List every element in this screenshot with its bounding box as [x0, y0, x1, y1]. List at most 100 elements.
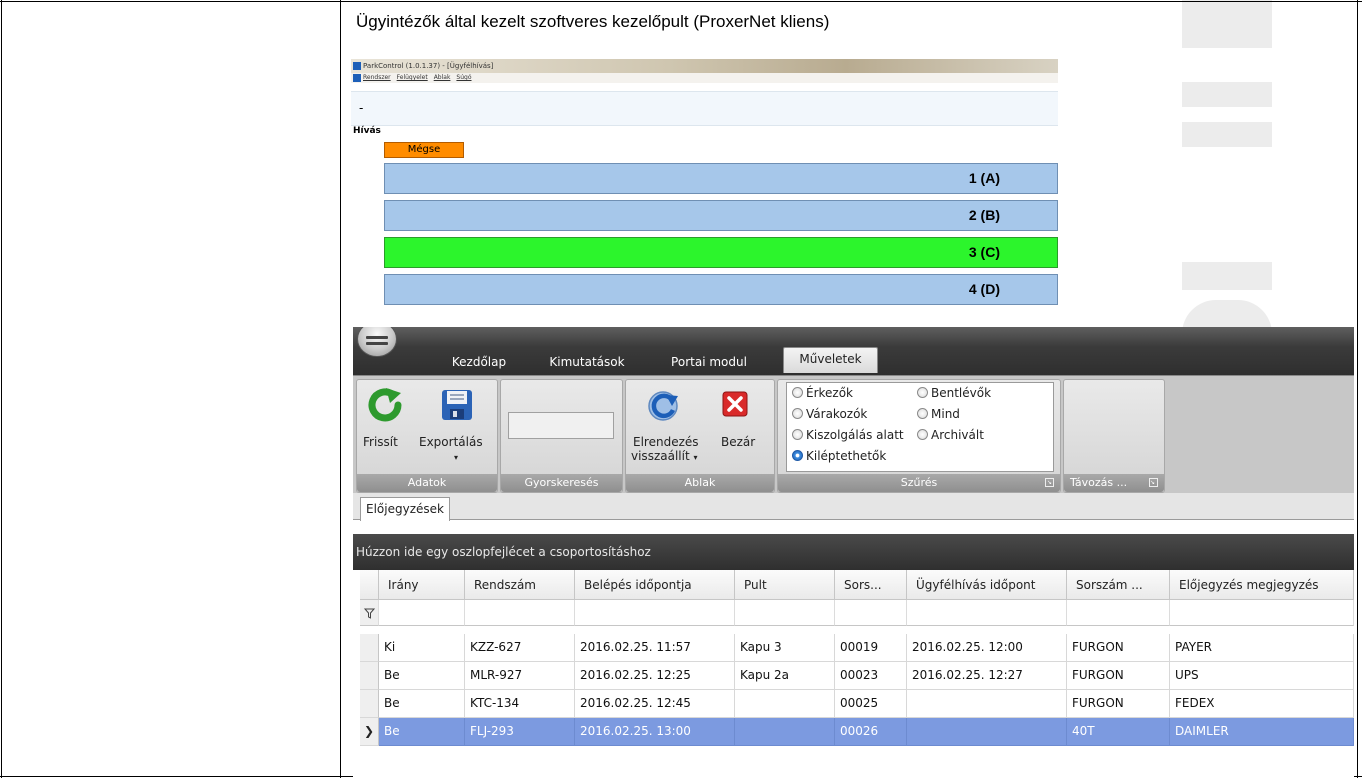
radio-icon	[917, 387, 928, 398]
tab-kimutatasok[interactable]: Kimutatások	[542, 351, 632, 373]
radio-erkezok[interactable]: Érkezők	[792, 386, 853, 400]
filter-cell[interactable]	[835, 600, 907, 626]
radio-archivalt[interactable]: Archivált	[917, 428, 984, 442]
column-header[interactable]: Rendszám	[465, 570, 575, 600]
table-cell[interactable]: 2016.02.25. 12:25	[575, 662, 735, 690]
table-cell[interactable]: 2016.02.25. 12:27	[907, 662, 1067, 690]
radio-varakozok[interactable]: Várakozók	[792, 407, 867, 421]
table-cell[interactable]: 40T	[1067, 718, 1170, 746]
radio-bentlevok[interactable]: Bentlévők	[917, 386, 991, 400]
menu-rendszer[interactable]: Rendszer	[363, 74, 391, 81]
answer-button-c[interactable]: 3 (C)	[384, 237, 1058, 268]
row-indicator[interactable]: ❯	[360, 718, 379, 746]
window-titlebar: ParkControl (1.0.1.37) - [Ügyfélhívás]	[351, 59, 1058, 73]
table-cell[interactable]: Be	[379, 690, 465, 718]
filter-cell[interactable]	[575, 600, 735, 626]
table-cell[interactable]: FLJ-293	[465, 718, 575, 746]
menu-felugyelet[interactable]: Felügyelet	[397, 74, 428, 81]
dialog-launcher-icon[interactable]: ↘	[1149, 478, 1158, 487]
table-cell[interactable]: 2016.02.25. 12:00	[907, 634, 1067, 662]
reset-layout-button[interactable]: Elrendezés visszaállít ▾	[630, 435, 699, 465]
quick-search-input[interactable]	[508, 412, 614, 439]
dialog-launcher-icon[interactable]: ↘	[1045, 478, 1054, 487]
filter-cell[interactable]	[907, 600, 1067, 626]
group-by-panel[interactable]: Húzzon ide egy oszlopfejlécet a csoporto…	[353, 534, 1354, 570]
table-cell[interactable]	[907, 718, 1067, 746]
filter-cell[interactable]	[465, 600, 575, 626]
column-header[interactable]: Sorszám ...	[1067, 570, 1170, 600]
table-cell[interactable]: Be	[379, 662, 465, 690]
table-cell[interactable]: 2016.02.25. 13:00	[575, 718, 735, 746]
column-header[interactable]: Előjegyzés megjegyzés	[1170, 570, 1354, 600]
section-label: Hívás	[353, 126, 381, 136]
status-field: -	[351, 91, 1058, 126]
tab-muveletek[interactable]: Műveletek	[783, 347, 878, 373]
group-label: Gyorskeresés	[501, 474, 622, 492]
cancel-button[interactable]: Mégse	[384, 142, 464, 158]
chevron-down-icon: ▾	[454, 453, 459, 462]
filter-cell[interactable]	[1170, 600, 1354, 626]
radio-icon	[792, 429, 803, 440]
row-indicator[interactable]	[360, 662, 379, 690]
answer-button-d[interactable]: 4 (D)	[384, 274, 1058, 305]
column-header[interactable]: Sors...	[835, 570, 907, 600]
filter-cell[interactable]	[379, 600, 465, 626]
close-button[interactable]: Bezár	[721, 435, 755, 449]
table-cell[interactable]: FURGON	[1067, 690, 1170, 718]
reset-layout-icon	[646, 387, 680, 427]
table-cell[interactable]: PAYER	[1170, 634, 1354, 662]
row-indicator[interactable]	[360, 634, 379, 662]
app-menu-button[interactable]	[357, 327, 397, 357]
filter-cell[interactable]	[735, 600, 835, 626]
table-cell[interactable]: FURGON	[1067, 662, 1170, 690]
table-cell[interactable]: Kapu 2a	[735, 662, 835, 690]
table-cell[interactable]	[735, 690, 835, 718]
column-header[interactable]: Belépés időpontja	[575, 570, 735, 600]
menu-sugo[interactable]: Súgó	[456, 74, 471, 81]
table-cell[interactable]: 00023	[835, 662, 907, 690]
content-area: Előjegyzések Húzzon ide egy oszlopfejléc…	[353, 493, 1354, 778]
parkcontrol-window: ParkControl (1.0.1.37) - [Ügyfélhívás] R…	[351, 59, 1058, 337]
table-cell[interactable]: 00025	[835, 690, 907, 718]
column-header[interactable]: Pult	[735, 570, 835, 600]
column-header[interactable]: Irány	[379, 570, 465, 600]
radio-kiszolgalas-alatt[interactable]: Kiszolgálás alatt	[792, 428, 904, 442]
table-cell[interactable]: KZZ-627	[465, 634, 575, 662]
radio-mind[interactable]: Mind	[917, 407, 960, 421]
app-icon	[353, 62, 361, 70]
table-cell[interactable]: 2016.02.25. 12:45	[575, 690, 735, 718]
table-cell[interactable]: 00019	[835, 634, 907, 662]
tab-kezdolap[interactable]: Kezdőlap	[441, 351, 517, 373]
tab-elojegyzesek[interactable]: Előjegyzések	[360, 497, 450, 521]
row-indicator[interactable]	[360, 690, 379, 718]
save-icon	[441, 389, 473, 425]
table-cell[interactable]	[735, 718, 835, 746]
answer-button-a[interactable]: 1 (A)	[384, 163, 1058, 194]
document-title: Ügyintézők által kezelt szoftveres kezel…	[356, 12, 830, 31]
table-cell[interactable]: Ki	[379, 634, 465, 662]
table-cell[interactable]: UPS	[1170, 662, 1354, 690]
subtab-strip: Előjegyzések	[353, 493, 1354, 521]
tab-portai-modul[interactable]: Portai modul	[662, 351, 756, 373]
column-header[interactable]: Ügyfélhívás időpont	[907, 570, 1067, 600]
table-cell[interactable]: MLR-927	[465, 662, 575, 690]
radio-kileptethetok[interactable]: Kiléptethetők	[792, 449, 886, 463]
export-button[interactable]: Exportálás	[419, 435, 483, 449]
filter-cell[interactable]	[1067, 600, 1170, 626]
table-cell[interactable]: 00026	[835, 718, 907, 746]
table-cell[interactable]: Be	[379, 718, 465, 746]
answer-button-b[interactable]: 2 (B)	[384, 200, 1058, 231]
table-cell[interactable]: Kapu 3	[735, 634, 835, 662]
menu-ablak[interactable]: Ablak	[434, 74, 451, 81]
refresh-button[interactable]: Frissít	[363, 435, 398, 449]
table-cell[interactable]	[907, 690, 1067, 718]
table-cell[interactable]: KTC-134	[465, 690, 575, 718]
filter-icon[interactable]	[360, 600, 379, 626]
table-cell[interactable]: DAIMLER	[1170, 718, 1354, 746]
table-cell[interactable]: FEDEX	[1170, 690, 1354, 718]
table-cell[interactable]: 2016.02.25. 11:57	[575, 634, 735, 662]
table-cell[interactable]: FURGON	[1067, 634, 1170, 662]
refresh-icon	[368, 387, 404, 429]
group-ablak: Elrendezés visszaállít ▾ Bezár Ablak	[625, 379, 775, 493]
reset-layout-label-2: visszaállít ▾	[631, 449, 698, 463]
